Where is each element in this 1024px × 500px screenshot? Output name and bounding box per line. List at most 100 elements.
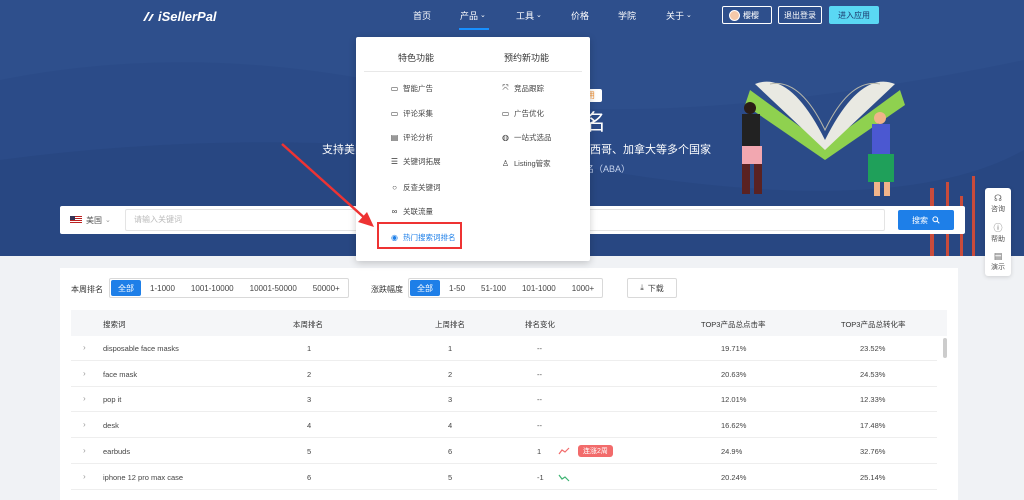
logo-mark-icon (143, 11, 154, 21)
help-label: 帮助 (991, 235, 1005, 243)
cell-cvr: 24.53% (860, 369, 886, 379)
consult-label: 咨询 (991, 205, 1005, 213)
dd-item-ad-optimize[interactable]: ▭ 广告优化 (501, 107, 544, 119)
table-scrollbar[interactable] (943, 338, 947, 358)
dd-item-competitor-track[interactable]: ⤧ 竞品跟踪 (501, 82, 544, 94)
change-filter-1000-plus[interactable]: 1000+ (565, 280, 601, 296)
demo-button[interactable]: ▤ 演示 (985, 248, 1011, 274)
expand-icon[interactable]: › (83, 472, 86, 481)
dd-item-related-traffic[interactable]: ∞ 关联流量 (390, 205, 433, 217)
dd-item-listing-manager[interactable]: ♙ Listing管家 (501, 157, 551, 169)
search-icon (932, 216, 940, 224)
nav-academy-label: 学院 (618, 11, 637, 21)
chevron-down-icon: ⌄ (480, 12, 486, 19)
dd-item-label: 一站式选品 (514, 132, 552, 142)
question-icon: ⓘ (993, 222, 1003, 233)
expand-icon[interactable]: › (83, 420, 86, 429)
brand-logo[interactable]: iSellerPal (142, 8, 217, 24)
nav-academy[interactable]: 学院 (618, 9, 636, 23)
dd-item-label: 关联流量 (403, 206, 433, 216)
logout-button[interactable]: 退出登录 (778, 6, 822, 24)
nav-pricing-label: 价格 (571, 11, 590, 21)
change-filter-1-50[interactable]: 1-50 (442, 280, 472, 296)
change-filter-51-100[interactable]: 51-100 (474, 280, 513, 296)
dd-col1-title: 特色功能 (398, 53, 435, 63)
table-header: 搜索词 本周排名 上周排名 排名变化 TOP3产品总点击率 TOP3产品总转化率 (71, 310, 947, 336)
country-select[interactable]: 美国 ⌄ (70, 212, 124, 228)
expand-icon[interactable]: › (83, 343, 86, 352)
cell-this-week: 4 (307, 421, 312, 431)
dd-item-review-analysis[interactable]: ▤ 评论分析 (390, 131, 433, 143)
cell-last-week: 3 (448, 395, 453, 405)
cell-ctr: 19.71% (721, 344, 747, 353)
th-ctr: TOP3产品总点击率 (701, 320, 766, 329)
cell-change: -- (537, 344, 542, 353)
nav-about-label: 关于 (666, 11, 685, 21)
cell-last-week: 5 (448, 472, 453, 482)
expand-icon[interactable]: › (83, 394, 86, 403)
list-icon: ☰ (390, 156, 399, 166)
rank-filter-1001-10000[interactable]: 1001-10000 (184, 280, 241, 296)
demo-icon: ▤ (993, 250, 1003, 261)
search-button[interactable]: 搜索 (898, 210, 954, 230)
expand-icon[interactable]: › (83, 446, 86, 455)
rank-filter-label: 本周排名 (71, 285, 103, 294)
user-icon: ♙ (501, 158, 510, 168)
chevron-down-icon: ⌄ (536, 12, 542, 19)
rank-filter-group: 全部 1-1000 1001-10000 10001-50000 50000+ (109, 278, 349, 298)
user-menu[interactable]: 樱樱 (722, 6, 772, 24)
rank-filter-10001-50000[interactable]: 10001-50000 (243, 280, 304, 296)
nav-home[interactable]: 首页 (413, 9, 431, 23)
country-label: 美国 (86, 215, 102, 225)
cell-this-week: 2 (307, 369, 312, 379)
table-row[interactable]: › desk 4 4 -- 16.62% 17.48% (71, 413, 937, 439)
search-icon: ○ (392, 182, 397, 192)
cell-last-week: 1 (448, 344, 453, 353)
table-row[interactable]: › disposable face masks 1 1 -- 19.71% 23.52% (71, 336, 937, 361)
search-button-label: 搜索 (912, 215, 928, 225)
help-button[interactable]: ⓘ 帮助 (985, 219, 1011, 245)
rank-filter-all[interactable]: 全部 (111, 280, 141, 296)
cell-ctr: 20.24% (721, 472, 747, 482)
expand-icon[interactable]: › (83, 369, 86, 378)
dd-item-reverse-keyword[interactable]: ○ 反查关键词 (390, 181, 441, 193)
change-filter-101-1000[interactable]: 101-1000 (515, 280, 563, 296)
cell-this-week: 1 (307, 344, 312, 353)
cell-ctr: 24.9% (721, 446, 743, 456)
change-filter-all[interactable]: 全部 (410, 280, 440, 296)
nav-tools[interactable]: 工具 ⌄ (516, 9, 542, 23)
table-row[interactable]: › face mask 2 2 -- 20.63% 24.53% (71, 362, 937, 387)
dd-item-label: 智能广告 (403, 83, 433, 93)
th-change: 排名变化 (525, 320, 555, 329)
brand-name: iSellerPal (158, 8, 217, 24)
dd-divider (364, 71, 582, 72)
consult-button[interactable]: ☊ 咨询 (985, 190, 1011, 216)
dd-item-smart-ads[interactable]: ▭ 智能广告 (390, 82, 433, 94)
dd-item-label: 评论分析 (403, 132, 433, 142)
enter-app-button[interactable]: 进入应用 (829, 6, 879, 24)
dd-item-keyword-expand[interactable]: ☰ 关键词拓展 (390, 155, 441, 167)
nav-about[interactable]: 关于 ⌄ (666, 9, 692, 23)
cell-this-week: 6 (307, 472, 312, 482)
dd-col2-title: 预约新功能 (504, 53, 550, 63)
table-row[interactable]: › pop it 3 3 -- 12.01% 12.33% (71, 387, 937, 413)
dd-item-review-collect[interactable]: ▭ 评论采集 (390, 107, 433, 119)
highlight-box (377, 222, 462, 249)
dd-item-label: 关键词拓展 (403, 156, 441, 166)
globe-icon: ◍ (502, 132, 509, 142)
rank-filter-1-1000[interactable]: 1-1000 (143, 280, 182, 296)
download-button[interactable]: ⤓ 下载 (627, 278, 677, 298)
cell-last-week: 2 (448, 369, 453, 379)
cell-change: -- (537, 395, 542, 405)
trend-up-icon (558, 447, 570, 455)
rank-filter-50000-plus[interactable]: 50000+ (306, 280, 347, 296)
ad-optimize-icon: ▭ (501, 108, 510, 118)
ad-icon: ▭ (390, 83, 399, 93)
table-row[interactable]: › iphone 12 pro max case 6 5 -1 20.24% 25.14% (71, 465, 937, 490)
dd-item-product-select[interactable]: ◍ 一站式选品 (501, 131, 552, 143)
nav-products[interactable]: 产品 ⌄ (460, 9, 486, 23)
table-row[interactable]: › earbuds 5 6 1 24.9% 32.76% 连涨2周 (71, 439, 937, 464)
nav-pricing[interactable]: 价格 (571, 9, 589, 23)
dd-item-label: 反查关键词 (403, 182, 441, 192)
avatar (729, 9, 740, 21)
